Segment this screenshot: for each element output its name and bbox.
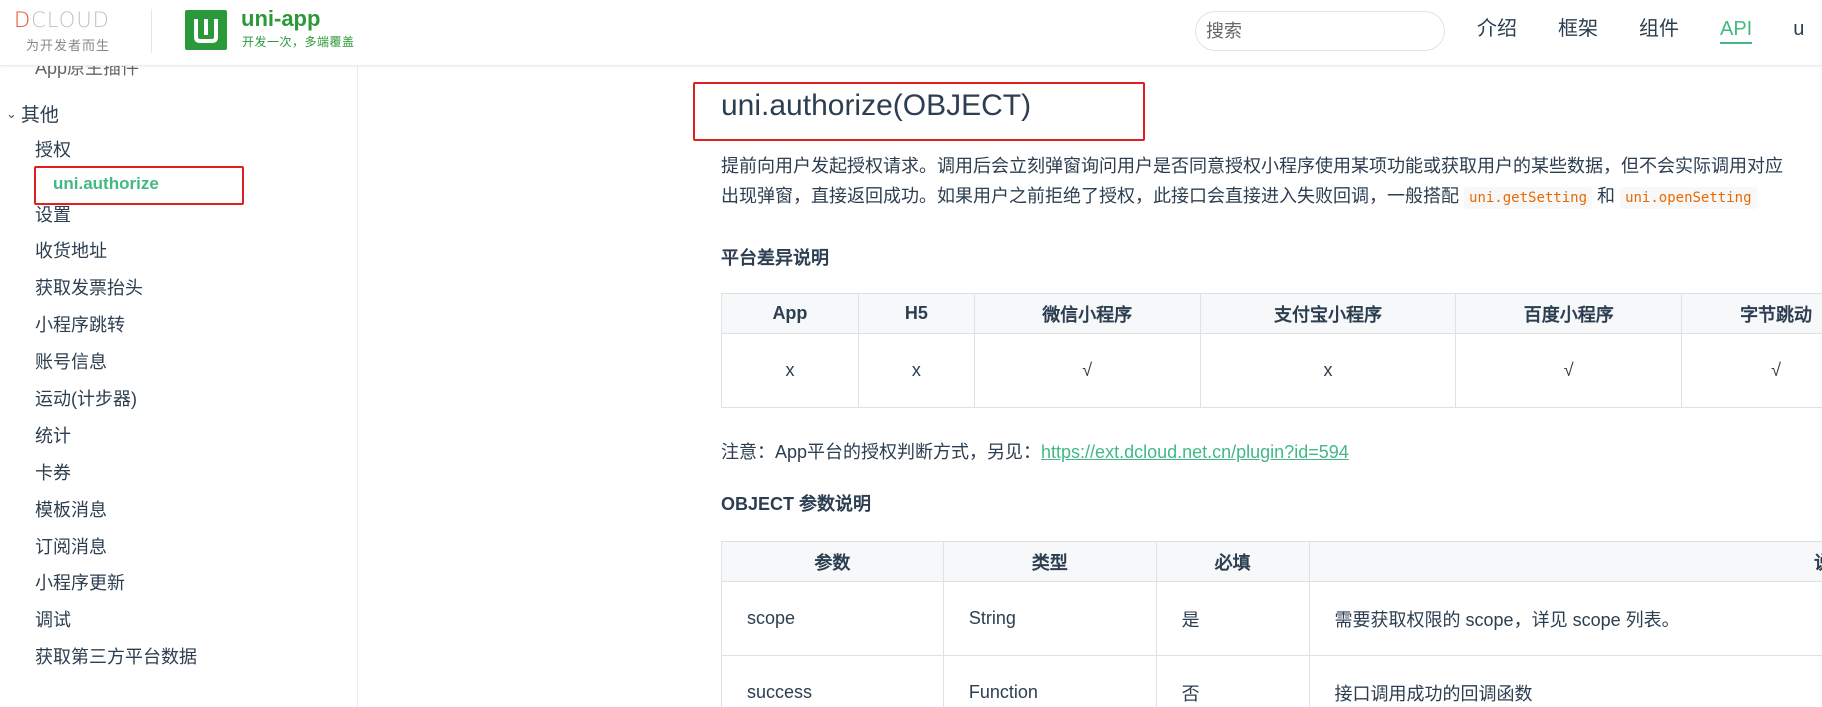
and-text: 和 <box>1597 186 1616 206</box>
sidebar-item-cards[interactable]: 卡券 <box>35 459 71 485</box>
table-header: 参数 <box>721 541 944 582</box>
sidebar-item-settings[interactable]: 设置 <box>35 201 71 227</box>
uni-app-slogan: 开发一次，多端覆盖 <box>242 35 355 49</box>
table-row: success Function 否 接口调用成功的回调函数 <box>721 655 1822 707</box>
nav-framework[interactable]: 框架 <box>1558 16 1598 44</box>
sidebar: App原生插件 ⌄ 其他 授权 uni.authorize 设置 收货地址 获取… <box>0 66 358 707</box>
table-cell: x <box>857 333 975 408</box>
description-line-2-text: 出现弹窗，直接返回成功。如果用户之前拒绝了授权，此接口会直接进入失败回调，一般搭… <box>721 186 1459 206</box>
top-header: DCLOUD 为开发者而生 uni-app 开发一次，多端覆盖 介绍 框架 组件… <box>0 0 1822 66</box>
table-cell: Function <box>942 655 1157 707</box>
table-header: 字节跳动 <box>1681 293 1822 334</box>
sidebar-item-address[interactable]: 收货地址 <box>35 237 107 263</box>
table-header: H5 <box>857 293 975 334</box>
table-cell: √ <box>1455 333 1683 408</box>
table-row: x x √ x √ √ <box>721 333 1822 408</box>
sidebar-item-pedometer[interactable]: 运动(计步器) <box>35 385 137 411</box>
nav-api[interactable]: API <box>1720 16 1753 44</box>
plugin-link[interactable]: https://ext.dcloud.net.cn/plugin?id=594 <box>1041 442 1349 462</box>
sidebar-item-statistics[interactable]: 统计 <box>35 422 71 448</box>
table-header: 说明 <box>1308 541 1822 582</box>
table-cell: 需要获取权限的 scope，详见 scope 列表。 <box>1308 581 1822 656</box>
sidebar-item-template-msg[interactable]: 模板消息 <box>35 496 107 522</box>
note-text: 注意：App平台的授权判断方式，另见： <box>721 442 1042 462</box>
description-line-2: 出现弹窗，直接返回成功。如果用户之前拒绝了授权，此接口会直接进入失败回调，一般搭… <box>721 181 1822 213</box>
dcloud-tagline: 为开发者而生 <box>26 38 111 53</box>
sidebar-item-update[interactable]: 小程序更新 <box>35 569 125 595</box>
table-header: 支付宝小程序 <box>1199 293 1457 334</box>
table-cell: 否 <box>1155 655 1310 707</box>
app-platform-note: 注意：App平台的授权判断方式，另见：https://ext.dcloud.ne… <box>721 438 1349 464</box>
table-cell: x <box>1199 333 1457 408</box>
platform-diff-table: App H5 微信小程序 支付宝小程序 百度小程序 字节跳动 x x √ x √… <box>721 293 1822 408</box>
platform-diff-heading: 平台差异说明 <box>721 248 829 268</box>
sidebar-item-subscribe-msg[interactable]: 订阅消息 <box>35 533 107 559</box>
header-divider <box>151 9 152 53</box>
table-header: 必填 <box>1155 541 1310 582</box>
sidebar-item-invoice[interactable]: 获取发票抬头 <box>35 274 143 300</box>
sidebar-item-miniprogram-nav[interactable]: 小程序跳转 <box>35 311 125 337</box>
uni-app-name[interactable]: uni-app <box>241 6 320 32</box>
nav-components[interactable]: 组件 <box>1639 16 1679 44</box>
sidebar-item-third-party-data[interactable]: 获取第三方平台数据 <box>35 643 197 669</box>
table-header: App <box>721 293 859 334</box>
table-cell: success <box>721 655 944 707</box>
search-input[interactable] <box>1195 11 1445 51</box>
code-opensetting: uni.openSetting <box>1620 187 1757 209</box>
table-cell: √ <box>1681 333 1822 408</box>
dcloud-wordmark: DCLOUD <box>14 8 110 32</box>
table-row: scope String 是 需要获取权限的 scope，详见 scope 列表… <box>721 581 1822 656</box>
object-params-table: 参数 类型 必填 说明 scope String 是 需要获取权限的 scope… <box>721 541 1822 707</box>
main-content: uni.authorize(OBJECT) 提前向用户发起授权请求。调用后会立刻… <box>359 66 1822 707</box>
sidebar-group-label: 其他 <box>20 105 59 126</box>
nav-intro[interactable]: 介绍 <box>1477 16 1517 44</box>
table-header: 类型 <box>942 541 1157 582</box>
uni-app-logo-icon[interactable] <box>185 10 227 50</box>
table-cell: String <box>942 581 1157 656</box>
table-cell: √ <box>973 333 1201 408</box>
description-line-1: 提前向用户发起授权请求。调用后会立刻弹窗询问用户是否同意授权小程序使用某项功能或… <box>721 156 1783 176</box>
nav-more-cut[interactable]: u <box>1793 16 1804 44</box>
object-params-heading: OBJECT 参数说明 <box>721 494 872 514</box>
code-getsetting: uni.getSetting <box>1464 187 1593 209</box>
table-cell: 是 <box>1155 581 1310 656</box>
sidebar-item-debug[interactable]: 调试 <box>35 606 71 632</box>
table-cell: scope <box>721 581 944 656</box>
sidebar-item-uni-authorize[interactable]: uni.authorize <box>53 174 159 194</box>
api-description: 提前向用户发起授权请求。调用后会立刻弹窗询问用户是否同意授权小程序使用某项功能或… <box>721 151 1822 213</box>
sidebar-group-other[interactable]: ⌄ 其他 <box>6 100 59 127</box>
sidebar-item-app-plugin[interactable]: App原生插件 <box>35 66 139 80</box>
table-cell: 接口调用成功的回调函数 <box>1308 655 1822 707</box>
table-header: 微信小程序 <box>973 293 1201 334</box>
sidebar-item-account-info[interactable]: 账号信息 <box>35 348 107 374</box>
table-cell: x <box>721 333 859 408</box>
dcloud-logo[interactable]: DCLOUD 为开发者而生 <box>14 9 134 54</box>
top-nav: 介绍 框架 组件 API u <box>1477 16 1804 44</box>
table-header: 百度小程序 <box>1455 293 1683 334</box>
page-title: uni.authorize(OBJECT) <box>721 89 1032 122</box>
sidebar-item-authorize-group[interactable]: 授权 <box>35 136 71 162</box>
chevron-down-icon: ⌄ <box>6 105 17 121</box>
